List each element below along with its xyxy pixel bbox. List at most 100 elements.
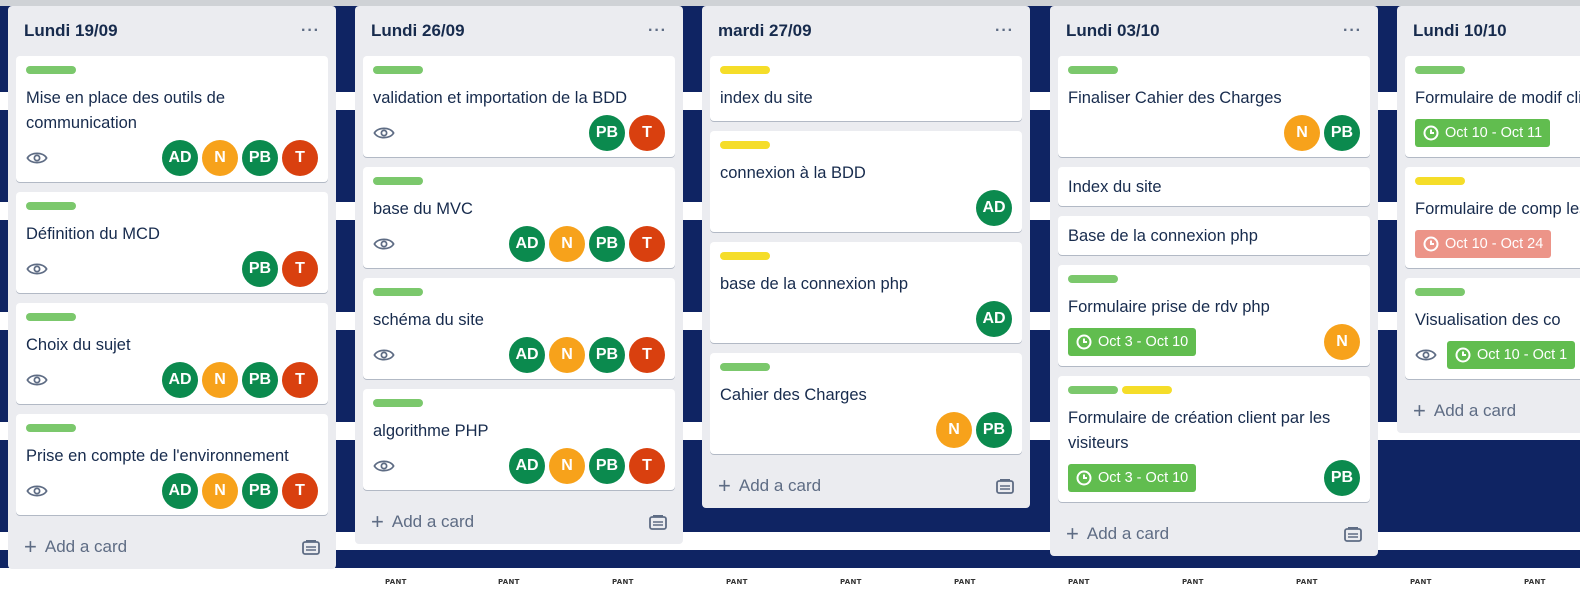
avatar[interactable]: PB <box>1324 115 1360 151</box>
add-card-link[interactable]: + Add a card <box>1066 523 1169 545</box>
avatar[interactable]: AD <box>976 301 1012 337</box>
card[interactable]: Cahier des Charges N PB <box>710 353 1022 454</box>
avatar[interactable]: T <box>629 337 665 373</box>
avatar[interactable]: T <box>282 362 318 398</box>
avatar[interactable]: N <box>202 140 238 176</box>
add-card-button[interactable]: + Add a card <box>16 525 328 569</box>
add-card-link[interactable]: + Add a card <box>718 475 821 497</box>
card-template-icon[interactable] <box>302 539 320 555</box>
label-green[interactable] <box>373 399 423 407</box>
due-date-badge[interactable]: Oct 10 - Oct 1 <box>1447 341 1576 369</box>
avatar[interactable]: AD <box>509 337 545 373</box>
card[interactable]: Choix du sujet AD N PB T <box>16 303 328 404</box>
avatar[interactable]: N <box>549 226 585 262</box>
list-title[interactable]: Lundi 26/09 <box>371 21 465 41</box>
add-card-button[interactable]: + Add a card <box>1058 512 1370 556</box>
list-title[interactable]: Lundi 19/09 <box>24 21 118 41</box>
avatar[interactable]: AD <box>162 473 198 509</box>
avatar[interactable]: N <box>1284 115 1320 151</box>
add-card-button[interactable]: + Add a card <box>710 464 1022 508</box>
card[interactable]: Définition du MCD PB T <box>16 192 328 293</box>
card-template-icon[interactable] <box>996 478 1014 494</box>
label-green[interactable] <box>1068 66 1118 74</box>
card[interactable]: Formulaire de modif client Oct 10 - Oct 1… <box>1405 56 1580 157</box>
label-green[interactable] <box>373 177 423 185</box>
avatar[interactable]: PB <box>589 448 625 484</box>
due-date-badge[interactable]: Oct 3 - Oct 10 <box>1068 464 1197 492</box>
card[interactable]: index du site <box>710 56 1022 121</box>
label-green[interactable] <box>373 288 423 296</box>
label-yellow[interactable] <box>1415 177 1465 185</box>
label-green[interactable] <box>1068 386 1118 394</box>
label-green[interactable] <box>1068 275 1118 283</box>
due-date-badge[interactable]: Oct 10 - Oct 11 <box>1415 119 1551 147</box>
card[interactable]: Mise en place des outils de communicatio… <box>16 56 328 182</box>
label-green[interactable] <box>720 363 770 371</box>
card[interactable]: Formulaire de comp les visiteurs Oct 10 -… <box>1405 167 1580 268</box>
avatar[interactable]: N <box>549 448 585 484</box>
avatar[interactable]: PB <box>589 337 625 373</box>
avatar[interactable]: T <box>282 473 318 509</box>
label-yellow[interactable] <box>720 141 770 149</box>
avatar[interactable]: AD <box>162 362 198 398</box>
card-template-icon[interactable] <box>1344 526 1362 542</box>
label-yellow[interactable] <box>720 66 770 74</box>
label-green[interactable] <box>26 202 76 210</box>
card[interactable]: Formulaire prise de rdv php Oct 3 - Oct 1… <box>1058 265 1370 366</box>
card[interactable]: schéma du site AD N PB T <box>363 278 675 379</box>
avatar[interactable]: T <box>282 251 318 287</box>
card[interactable]: Finaliser Cahier des Charges N PB <box>1058 56 1370 157</box>
avatar[interactable]: AD <box>976 190 1012 226</box>
label-green[interactable] <box>26 424 76 432</box>
label-green[interactable] <box>26 313 76 321</box>
avatar[interactable]: PB <box>242 140 278 176</box>
card[interactable]: Prise en compte de l'environnement AD N PB T <box>16 414 328 515</box>
avatar[interactable]: PB <box>242 473 278 509</box>
avatar[interactable]: N <box>936 412 972 448</box>
label-green[interactable] <box>26 66 76 74</box>
avatar[interactable]: AD <box>509 448 545 484</box>
avatar[interactable]: T <box>629 448 665 484</box>
card[interactable]: validation et importation de la BDD PB T <box>363 56 675 157</box>
card[interactable]: Formulaire de création client par les vi… <box>1058 376 1370 502</box>
card[interactable]: connexion à la BDD AD <box>710 131 1022 232</box>
label-yellow[interactable] <box>1122 386 1172 394</box>
card-template-icon[interactable] <box>649 514 667 530</box>
card[interactable]: base du MVC AD N PB T <box>363 167 675 268</box>
avatar[interactable]: PB <box>589 115 625 151</box>
avatar[interactable]: PB <box>242 251 278 287</box>
list-menu-button[interactable]: ··· <box>301 22 320 40</box>
list-title[interactable]: Lundi 10/10 <box>1413 21 1507 41</box>
card[interactable]: Index du site <box>1058 167 1370 206</box>
avatar[interactable]: AD <box>509 226 545 262</box>
due-date-badge[interactable]: Oct 10 - Oct 24 <box>1415 230 1552 258</box>
avatar[interactable]: PB <box>976 412 1012 448</box>
list-title[interactable]: mardi 27/09 <box>718 21 812 41</box>
avatar[interactable]: N <box>549 337 585 373</box>
add-card-link[interactable]: + Add a card <box>371 511 474 533</box>
avatar[interactable]: PB <box>242 362 278 398</box>
due-date-badge[interactable]: Oct 3 - Oct 10 <box>1068 328 1197 356</box>
label-green[interactable] <box>1415 288 1465 296</box>
list-menu-button[interactable]: ··· <box>995 22 1014 40</box>
avatar[interactable]: AD <box>162 140 198 176</box>
card[interactable]: Base de la connexion php <box>1058 216 1370 255</box>
add-card-button[interactable]: + Add a card <box>1405 389 1580 433</box>
avatar[interactable]: T <box>282 140 318 176</box>
avatar[interactable]: T <box>629 226 665 262</box>
list-menu-button[interactable]: ··· <box>648 22 667 40</box>
list-menu-button[interactable]: ··· <box>1343 22 1362 40</box>
card[interactable]: Visualisation des co Oct 10 - Oct 1 <box>1405 278 1580 379</box>
avatar[interactable]: N <box>202 473 238 509</box>
avatar[interactable]: N <box>1324 324 1360 360</box>
label-green[interactable] <box>373 66 423 74</box>
card[interactable]: algorithme PHP AD N PB T <box>363 389 675 490</box>
add-card-link[interactable]: + Add a card <box>1413 400 1516 422</box>
label-green[interactable] <box>1415 66 1465 74</box>
list-title[interactable]: Lundi 03/10 <box>1066 21 1160 41</box>
avatar[interactable]: T <box>629 115 665 151</box>
avatar[interactable]: PB <box>589 226 625 262</box>
add-card-button[interactable]: + Add a card <box>363 500 675 544</box>
avatar[interactable]: PB <box>1324 460 1360 496</box>
label-yellow[interactable] <box>720 252 770 260</box>
